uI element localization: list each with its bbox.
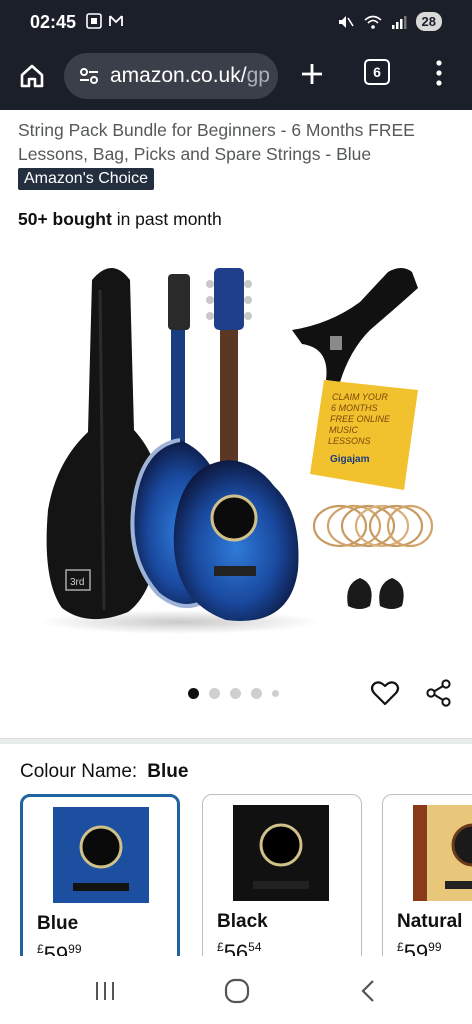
page-content: String Pack Bundle for Beginners - 6 Mon… (0, 110, 472, 956)
colour-option-price: £5999 (397, 940, 442, 956)
card-text-2: 6 MONTHS (331, 403, 378, 413)
product-title[interactable]: String Pack Bundle for Beginners - 6 Mon… (18, 118, 458, 166)
colour-thumb-natural (413, 805, 472, 901)
tab-switcher-button[interactable]: 6 (364, 59, 390, 85)
section-divider (0, 738, 472, 744)
signal-icon (391, 15, 407, 29)
product-image[interactable]: 3rd CLAIM YOUR 6 MONTHS FREE ONLINE MUSI… (30, 250, 442, 640)
system-home-icon[interactable] (224, 978, 250, 1004)
front-guitar-graphic (173, 268, 299, 621)
carousel-indicator[interactable] (188, 688, 279, 699)
browser-toolbar: amazon.co.uk/gp 6 (0, 46, 472, 110)
colour-option-black[interactable]: Black £5654 (202, 794, 362, 956)
more-menu-icon[interactable] (432, 58, 446, 88)
carousel-dot[interactable] (251, 688, 262, 699)
strap-graphic (292, 268, 418, 382)
spare-strings-graphic (312, 504, 434, 548)
url-bar[interactable]: amazon.co.uk/gp (64, 53, 278, 99)
colour-thumb-black (233, 805, 329, 901)
colour-option-blue[interactable]: Blue £5999 (20, 794, 180, 956)
status-time: 02:45 (30, 12, 77, 32)
mail-icon (109, 15, 123, 26)
colour-thumb-blue (53, 807, 149, 903)
carousel-dot[interactable] (272, 690, 279, 697)
wifi-icon (364, 15, 382, 29)
carousel-dot[interactable] (230, 688, 241, 699)
bought-count: 50+ bought in past month (18, 209, 222, 229)
colour-option-price: £5654 (217, 940, 262, 956)
lessons-card-graphic: CLAIM YOUR 6 MONTHS FREE ONLINE MUSIC LE… (310, 380, 418, 490)
back-icon[interactable] (358, 978, 378, 1004)
card-text-4: MUSIC (329, 425, 359, 435)
colour-name-label: Colour Name: Blue (20, 761, 189, 782)
colour-option-price: £5999 (37, 942, 82, 956)
selected-colour: Blue (147, 761, 189, 782)
carousel-dot[interactable] (188, 688, 199, 699)
site-settings-icon[interactable] (78, 65, 100, 87)
heart-icon[interactable] (370, 678, 400, 708)
card-brand: Gigajam (330, 454, 370, 465)
card-text-3: FREE ONLINE (330, 414, 391, 424)
bag-logo-text: 3rd (70, 577, 84, 588)
new-tab-icon[interactable] (297, 59, 327, 89)
home-icon[interactable] (18, 62, 46, 90)
picks-graphic (347, 578, 404, 609)
status-bar: 02:45 28 (0, 0, 472, 46)
url-text: amazon.co.uk/gp (110, 64, 270, 87)
share-icon[interactable] (424, 678, 454, 708)
system-nav-bar (0, 956, 472, 1024)
colour-option-name: Black (217, 911, 268, 932)
mute-icon (338, 15, 354, 28)
battery-level: 28 (415, 12, 442, 31)
amazons-choice-badge[interactable]: Amazon's Choice (18, 168, 154, 190)
card-text-5: LESSONS (328, 436, 371, 446)
colour-option-name: Natural (397, 911, 463, 932)
screenshot-icon (86, 13, 102, 29)
card-text-1: CLAIM YOUR (332, 392, 388, 402)
carousel-dot[interactable] (209, 688, 220, 699)
colour-option-name: Blue (37, 913, 79, 934)
tab-count: 6 (373, 64, 381, 80)
recent-apps-icon[interactable] (92, 980, 118, 1002)
colour-option-natural[interactable]: Natural £5999 (382, 794, 472, 956)
